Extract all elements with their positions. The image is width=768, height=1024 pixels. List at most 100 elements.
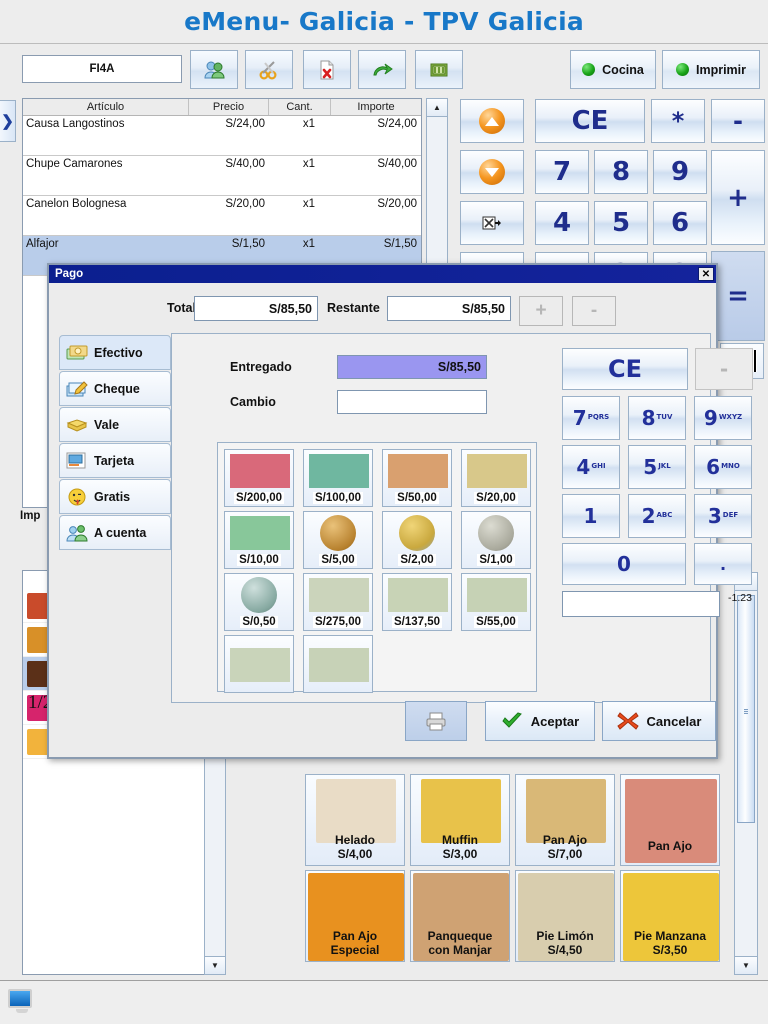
denomination-55[interactable]: S/55,00 [461, 573, 531, 631]
denomination-extra-1[interactable] [224, 635, 294, 693]
dialog-keypad-7-button[interactable]: 7 PQRS [562, 396, 620, 440]
dialog-keypad-8-button[interactable]: 8 TUV [628, 396, 686, 440]
denomination-50[interactable]: S/50,00 [382, 449, 452, 507]
scroll-down-button[interactable] [460, 150, 524, 194]
table-row[interactable]: Causa Langostinos S/24,00 x1 S/24,00 [23, 116, 421, 156]
column-header-articulo: Artículo [23, 99, 189, 115]
tab-vale[interactable]: Vale [59, 407, 171, 442]
close-icon[interactable]: ✕ [698, 267, 714, 281]
scroll-up-icon[interactable]: ▲ [427, 99, 447, 117]
add-payment-button[interactable]: + [519, 296, 563, 326]
sidebar-expand-toggle[interactable]: ❯ [0, 100, 16, 142]
product-tile-pan-ajo[interactable]: Pan Ajo S/7,00 [515, 774, 615, 866]
denomination-20[interactable]: S/20,00 [461, 449, 531, 507]
tab-gratis[interactable]: Gratis [59, 479, 171, 514]
dialog-keypad-display[interactable] [562, 591, 720, 617]
dialog-keypad-ce-button[interactable]: CE [562, 348, 688, 390]
banknote-image [309, 454, 369, 488]
banknote-image [467, 578, 527, 612]
dialog-keypad-dot-button[interactable]: . [694, 543, 752, 585]
entregado-field[interactable]: S/85,50 [337, 355, 487, 379]
denomination-10[interactable]: S/10,00 [224, 511, 294, 569]
dialog-keypad-2-button[interactable]: 2 ABC [628, 494, 686, 538]
window-titlebar: eMenu- Galicia - TPV Galicia [0, 0, 768, 44]
table-row[interactable]: Canelon Bolognesa S/20,00 x1 S/20,00 [23, 196, 421, 236]
scroll-up-button[interactable] [460, 99, 524, 143]
undo-arrow-icon[interactable] [358, 50, 406, 89]
keypad-7-button[interactable]: 7 [535, 150, 589, 194]
denomination-275[interactable]: S/275,00 [303, 573, 373, 631]
cocina-button[interactable]: Cocina [570, 50, 656, 89]
table-row[interactable]: Chupe Camarones S/40,00 x1 S/40,00 [23, 156, 421, 196]
denomination-extra-2[interactable] [303, 635, 373, 693]
denomination-2[interactable]: S/2,00 [382, 511, 452, 569]
keypad-4-button[interactable]: 4 [535, 201, 589, 245]
scroll-down-icon[interactable]: ▼ [205, 956, 225, 974]
keypad-8-button[interactable]: 8 [594, 150, 648, 194]
customer-icon[interactable] [190, 50, 238, 89]
product-price: S/3,50 [652, 943, 688, 957]
product-tile-pie-manzana[interactable]: Pie Manzana S/3,50 [620, 870, 720, 962]
product-tile-pan-ajo-2[interactable]: Pan Ajo [620, 774, 720, 866]
product-tile-muffin[interactable]: Muffin S/3,00 [410, 774, 510, 866]
cash-drawer-icon[interactable] [415, 50, 463, 89]
denomination-0-50[interactable]: S/0,50 [224, 573, 294, 631]
dialog-keypad-3-button[interactable]: 3 DEF [694, 494, 752, 538]
keypad-star-button[interactable]: * [651, 99, 705, 143]
product-name: Pan Ajo [647, 839, 693, 853]
denomination-100[interactable]: S/100,00 [303, 449, 373, 507]
coin-image [478, 515, 514, 551]
dialog-keypad-back-button[interactable]: - [695, 348, 753, 390]
dialog-keypad-6-button[interactable]: 6 MNO [694, 445, 752, 489]
denomination-grid: S/200,00 S/100,00 S/50,00 S/20,00 S/10,0… [217, 442, 537, 693]
scrollbar-thumb[interactable] [737, 595, 755, 823]
remove-payment-button[interactable]: - [572, 296, 616, 326]
tab-tarjeta[interactable]: Tarjeta [59, 443, 171, 478]
delete-document-icon[interactable] [303, 50, 351, 89]
tab-efectivo[interactable]: Efectivo [59, 335, 171, 370]
cell-articulo: Alfajor [26, 238, 59, 250]
cambio-field[interactable] [337, 390, 487, 414]
denomination-137-50[interactable]: S/137,50 [382, 573, 452, 631]
keypad-6-button[interactable]: 6 [653, 201, 707, 245]
imprimir-button[interactable]: Imprimir [662, 50, 760, 89]
dialog-keypad-0-button[interactable]: 0 [562, 543, 686, 585]
dialog-keypad-4-button[interactable]: 4 GHI [562, 445, 620, 489]
keypad-ce-button[interactable]: CE [535, 99, 645, 143]
key-letters: JKL [658, 462, 671, 471]
denomination-200[interactable]: S/200,00 [224, 449, 294, 507]
keypad-equals-button[interactable]: = [711, 251, 765, 341]
denomination-1[interactable]: S/1,00 [461, 511, 531, 569]
keypad-minus-button[interactable]: - [711, 99, 765, 143]
key-letters: TUV [656, 413, 673, 422]
product-name: Panqueque [427, 929, 493, 943]
tab-a-cuenta[interactable]: A cuenta [59, 515, 171, 550]
dialog-keypad-1-button[interactable]: 1 [562, 494, 620, 538]
scroll-down-icon[interactable]: ▼ [735, 956, 757, 974]
denomination-5[interactable]: S/5,00 [303, 511, 373, 569]
denomination-label: S/137,50 [391, 616, 443, 628]
tab-label: Tarjeta [94, 453, 135, 468]
product-tile-helado[interactable]: Helado S/4,00 [305, 774, 405, 866]
dialog-keypad-9-button[interactable]: 9 WXYZ [694, 396, 752, 440]
restante-label: Restante [327, 301, 380, 315]
accept-button[interactable]: Aceptar [485, 701, 595, 741]
product-tile-pie-limon[interactable]: Pie Limón S/4,50 [515, 870, 615, 962]
tab-cheque[interactable]: Cheque [59, 371, 171, 406]
denomination-label: S/200,00 [233, 492, 285, 504]
product-tile-panqueque[interactable]: Panqueque con Manjar [410, 870, 510, 962]
document-code-field[interactable]: FI4A [22, 55, 182, 83]
keypad-plus-button[interactable]: + [711, 150, 765, 245]
print-button[interactable] [405, 701, 467, 741]
scissors-icon[interactable] [245, 50, 293, 89]
dialog-keypad-5-button[interactable]: 5 JKL [628, 445, 686, 489]
computer-icon[interactable] [8, 989, 36, 1017]
keypad-9-button[interactable]: 9 [653, 150, 707, 194]
clear-row-button[interactable] [460, 201, 524, 245]
cross-icon [616, 712, 639, 730]
product-tile-pan-ajo-especial[interactable]: Pan Ajo Especial [305, 870, 405, 962]
tab-label: Efectivo [94, 345, 143, 360]
keypad-5-button[interactable]: 5 [594, 201, 648, 245]
cancel-button[interactable]: Cancelar [602, 701, 716, 741]
product-grid-scrollbar[interactable]: ▲ ▼ [734, 572, 758, 975]
